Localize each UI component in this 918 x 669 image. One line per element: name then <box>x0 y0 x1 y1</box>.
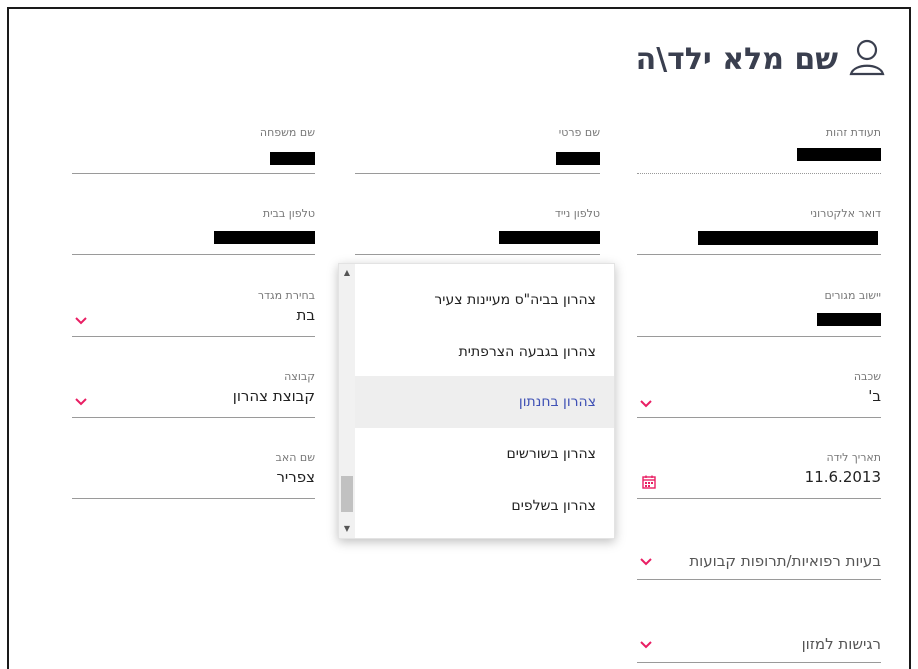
id-field[interactable]: תעודת זהות <box>637 126 881 174</box>
mobile-underline <box>355 254 600 255</box>
id-label: תעודת זהות <box>825 126 881 139</box>
dropdown-option[interactable]: צהרון בביה"ס מעיינות צעיר <box>355 274 614 326</box>
group-underline <box>72 417 315 418</box>
redacted-mobile <box>499 231 600 244</box>
last-name-label: שם משפחה <box>259 126 315 139</box>
chevron-down-icon[interactable] <box>640 400 652 410</box>
mobile-field[interactable]: טלפון נייד <box>355 207 600 255</box>
food-underline <box>637 662 881 663</box>
redacted-home-phone <box>214 231 315 244</box>
chevron-down-icon[interactable] <box>75 398 87 408</box>
dropdown-option[interactable]: צהרון בשלפים <box>355 480 614 532</box>
home-phone-label: טלפון בבית <box>262 207 315 220</box>
scroll-up-icon[interactable]: ▲ <box>342 268 352 278</box>
city-field[interactable]: יישוב מגורים <box>637 289 881 337</box>
home-phone-underline <box>72 254 315 255</box>
email-underline <box>637 254 881 255</box>
grade-underline <box>637 417 881 418</box>
redacted-email <box>698 231 878 245</box>
chevron-down-icon[interactable] <box>75 317 87 327</box>
birth-date-label: תאריך לידה <box>826 451 881 464</box>
father-name-underline <box>72 498 315 499</box>
first-name-field[interactable]: שם פרטי <box>355 126 600 174</box>
redacted-id <box>797 148 881 161</box>
id-underline <box>637 173 881 174</box>
scroll-thumb[interactable] <box>341 476 353 512</box>
birth-date-field[interactable]: תאריך לידה 11.6.2013 <box>637 451 881 499</box>
first-name-label: שם פרטי <box>558 126 600 139</box>
mobile-label: טלפון נייד <box>554 207 600 220</box>
calendar-icon[interactable] <box>642 475 656 489</box>
home-phone-field[interactable]: טלפון בבית <box>72 207 315 255</box>
gender-select[interactable]: בחירת מגדר בת <box>72 289 315 337</box>
user-outline-icon <box>848 38 886 80</box>
medical-underline <box>637 579 881 580</box>
dropdown-option[interactable]: צהרון בגבעה הצרפתית <box>355 326 614 378</box>
chevron-down-icon[interactable] <box>640 641 652 651</box>
father-name-value: צפריר <box>276 468 315 486</box>
first-name-underline <box>355 173 600 174</box>
scrollbar[interactable]: ▲ ▼ <box>339 264 355 538</box>
page-title-text: שם מלא ילד\ה <box>635 41 838 77</box>
city-underline <box>637 336 881 337</box>
group-dropdown-menu[interactable]: ▲ ▼ צהרון בביה"ס מעיינות צעיר צהרון בגבע… <box>338 263 615 539</box>
email-field[interactable]: דואר אלקטרוני <box>637 207 881 255</box>
last-name-field[interactable]: שם משפחה <box>72 126 315 174</box>
page-title: שם מלא ילד\ה <box>636 38 886 80</box>
food-value: רגישות למזון <box>801 635 881 653</box>
dropdown-option[interactable]: צהרון בשורשים <box>355 428 614 480</box>
group-value: קבוצת צהרון <box>232 387 315 405</box>
scroll-down-icon[interactable]: ▼ <box>342 524 352 534</box>
grade-select[interactable]: שכבה ב' <box>637 370 881 418</box>
group-label: קבוצה <box>284 370 315 383</box>
father-name-label: שם האב <box>275 451 316 464</box>
grade-value: ב' <box>868 387 881 405</box>
gender-value: בת <box>296 306 315 324</box>
gender-underline <box>72 336 315 337</box>
chevron-down-icon[interactable] <box>640 558 652 568</box>
dropdown-option-selected[interactable]: צהרון בחנתון <box>355 376 614 428</box>
father-name-field[interactable]: שם האב צפריר <box>72 451 315 499</box>
redacted-last-name <box>270 152 315 165</box>
medical-select[interactable]: בעיות רפואיות/תרופות קבועות <box>637 548 881 580</box>
grade-label: שכבה <box>853 370 881 383</box>
redacted-city <box>817 313 881 326</box>
redacted-first-name <box>556 152 600 165</box>
birth-date-value: 11.6.2013 <box>804 468 881 486</box>
group-select[interactable]: קבוצה קבוצת צהרון <box>72 370 315 418</box>
last-name-underline <box>72 173 315 174</box>
birth-date-underline <box>637 498 881 499</box>
email-label: דואר אלקטרוני <box>810 207 881 220</box>
city-label: יישוב מגורים <box>824 289 881 302</box>
medical-value: בעיות רפואיות/תרופות קבועות <box>689 552 881 570</box>
gender-label: בחירת מגדר <box>257 289 315 302</box>
food-select[interactable]: רגישות למזון <box>637 631 881 663</box>
